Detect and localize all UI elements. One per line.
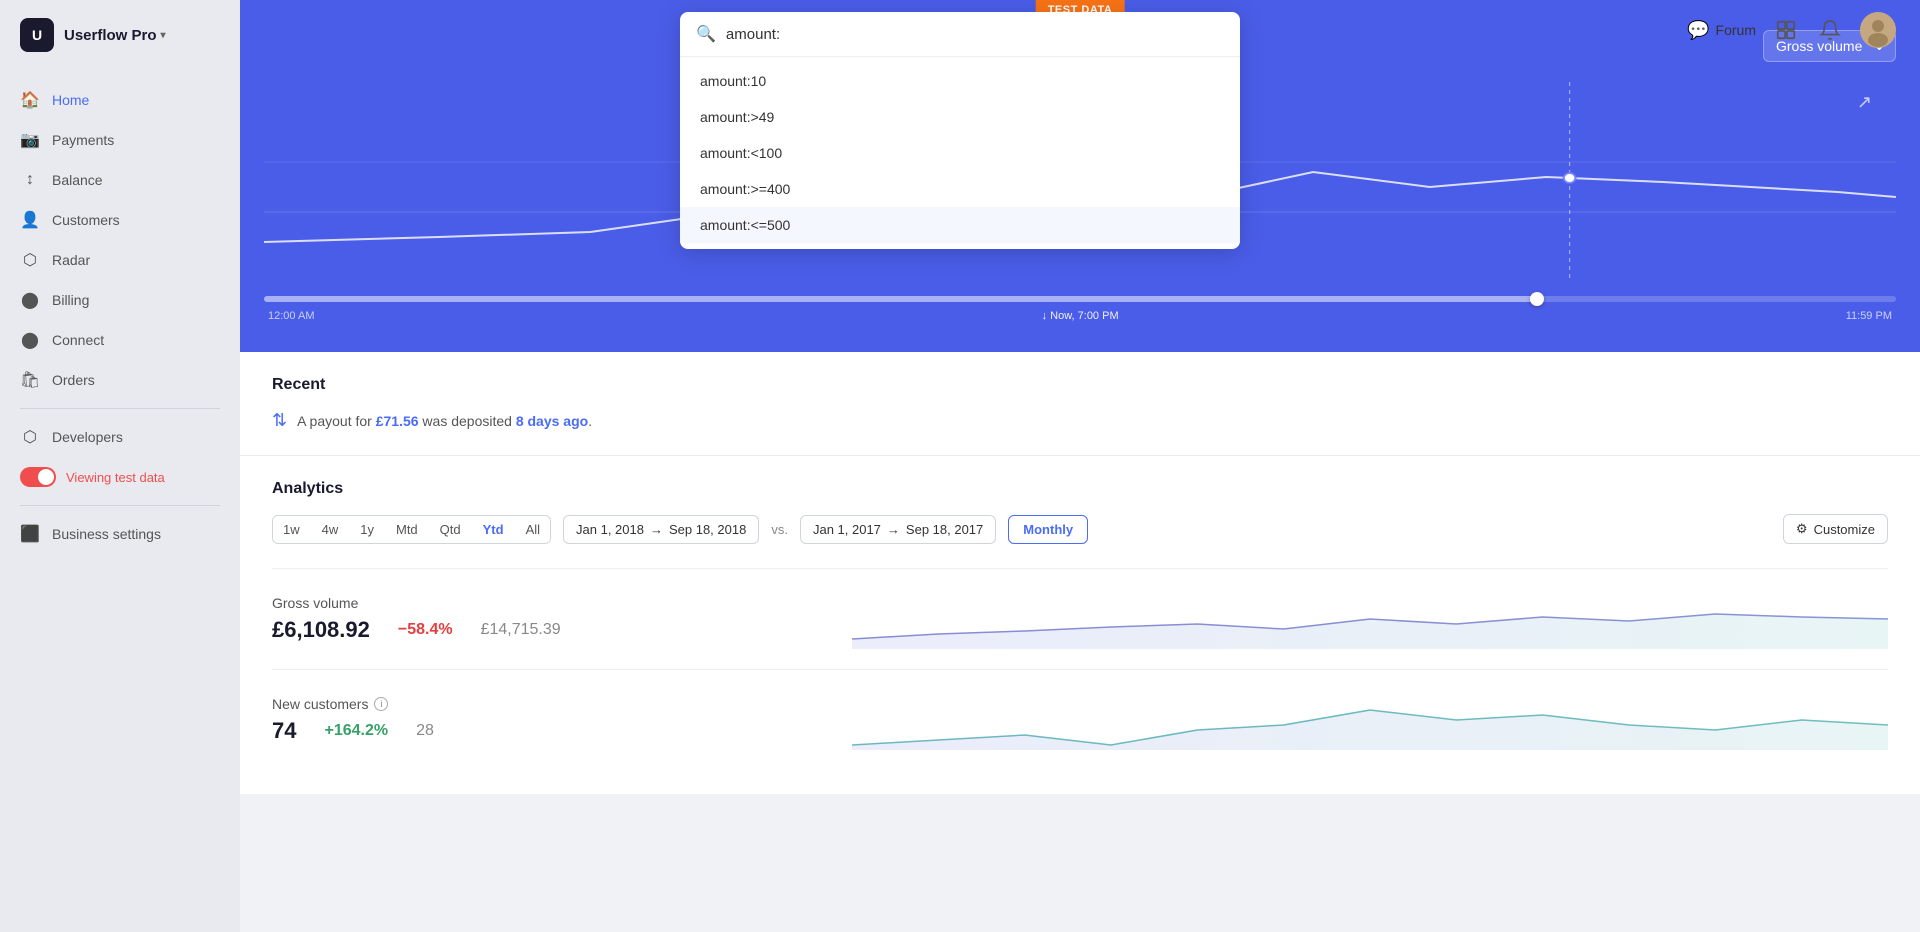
layers-icon[interactable] [1772, 16, 1800, 44]
metric-change-1: +164.2% [324, 722, 388, 740]
preset-all[interactable]: All [516, 516, 550, 543]
metric-secondary-1: 28 [416, 722, 434, 740]
customize-button[interactable]: ⚙ Customize [1783, 514, 1888, 544]
payments-icon: 📷 [20, 130, 40, 150]
sidebar-item-customers[interactable]: 👤Customers [0, 200, 240, 240]
preset-4w[interactable]: 4w [312, 516, 349, 543]
payout-icon: ⇅ [272, 410, 287, 431]
customers-icon: 👤 [20, 210, 40, 230]
search-box: 🔍 amount:10amount:>49amount:<100amount:>… [680, 12, 1240, 249]
test-data-toggle[interactable]: Viewing test data [0, 457, 240, 497]
chat-icon: 💬 [1687, 20, 1709, 41]
connect-icon: ⬤ [20, 330, 40, 350]
analytics-controls: 1w4w1yMtdQtdYtdAll Jan 1, 2018 → Sep 18,… [272, 514, 1888, 544]
payout-notice: ⇅ A payout for £71.56 was deposited 8 da… [272, 410, 1888, 431]
chart-line-icon: ↗ [1857, 92, 1872, 113]
suggestion-item[interactable]: amount:>49 [680, 99, 1240, 135]
chevron-down-icon: ▾ [161, 30, 166, 41]
suggestion-item[interactable]: amount:<=500 [680, 207, 1240, 243]
app-logo: U [20, 18, 54, 52]
metric-primary-0: £6,108.92 [272, 617, 370, 643]
analytics-section: Analytics 1w4w1yMtdQtdYtdAll Jan 1, 2018… [240, 456, 1920, 794]
payout-days: 8 days ago [516, 413, 588, 429]
billing-icon: ⬤ [20, 290, 40, 310]
preset-ytd[interactable]: Ytd [473, 516, 514, 543]
time-current: ↓ Now, 7:00 PM [1042, 310, 1119, 322]
preset-1w[interactable]: 1w [273, 516, 310, 543]
time-start: 12:00 AM [268, 310, 314, 322]
sidebar-item-home[interactable]: 🏠Home [0, 80, 240, 120]
sidebar-item-developers[interactable]: ⬡ Developers [0, 417, 240, 457]
date-range-2[interactable]: Jan 1, 2017 → Sep 18, 2017 [800, 515, 996, 544]
metric-change-0: −58.4% [398, 621, 453, 639]
sidebar-item-connect[interactable]: ⬤Connect [0, 320, 240, 360]
search-input-row: 🔍 [680, 12, 1240, 57]
vs-label: vs. [771, 522, 788, 537]
metric-primary-1: 74 [272, 718, 296, 744]
metric-secondary-0: £14,715.39 [481, 621, 561, 639]
date-range-1[interactable]: Jan 1, 2018 → Sep 18, 2018 [563, 515, 759, 544]
metric-labels-0: Gross volume £6,108.92 −58.4% £14,715.39 [272, 595, 832, 643]
recent-title: Recent [272, 376, 1888, 394]
analytics-title: Analytics [272, 480, 1888, 498]
nav-divider [20, 408, 220, 409]
radar-icon: ⬡ [20, 250, 40, 270]
forum-link[interactable]: 💬 Forum [1687, 20, 1756, 41]
metrics-container: Gross volume £6,108.92 −58.4% £14,715.39 [272, 568, 1888, 770]
time-presets: 1w4w1yMtdQtdYtdAll [272, 515, 551, 544]
metric-name-1: New customersi [272, 696, 832, 712]
balance-icon: ↕ [20, 170, 40, 190]
time-axis: 12:00 AM ↓ Now, 7:00 PM 11:59 PM [264, 310, 1896, 322]
sidebar-item-radar[interactable]: ⬡Radar [0, 240, 240, 280]
sidebar-item-payments[interactable]: 📷Payments [0, 120, 240, 160]
preset-qtd[interactable]: Qtd [430, 516, 471, 543]
developers-icon: ⬡ [20, 427, 40, 447]
metric-labels-1: New customersi 74 +164.2% 28 [272, 696, 832, 744]
test-data-label: Viewing test data [66, 470, 165, 485]
search-suggestions: amount:10amount:>49amount:<100amount:>=4… [680, 57, 1240, 249]
metric-values-1: 74 +164.2% 28 [272, 718, 832, 744]
preset-mtd[interactable]: Mtd [386, 516, 428, 543]
app-name[interactable]: Userflow Pro ▾ [64, 27, 166, 44]
payout-text: A payout for £71.56 was deposited 8 days… [297, 413, 592, 429]
metric-row-1: New customersi 74 +164.2% 28 [272, 669, 1888, 770]
sidebar: U Userflow Pro ▾ 🏠Home📷Payments↕Balance👤… [0, 0, 240, 932]
sidebar-item-balance[interactable]: ↕Balance [0, 160, 240, 200]
sidebar-nav: 🏠Home📷Payments↕Balance👤Customers⬡Radar⬤B… [0, 70, 240, 932]
avatar[interactable] [1860, 12, 1896, 48]
bell-icon[interactable] [1816, 16, 1844, 44]
metric-chart-1 [852, 690, 1888, 750]
sidebar-item-business-settings[interactable]: ⬛ Business settings [0, 514, 240, 554]
monthly-button[interactable]: Monthly [1008, 515, 1088, 544]
search-icon: 🔍 [696, 24, 716, 44]
nav-divider-2 [20, 505, 220, 506]
gear-icon: ⚙ [1796, 521, 1808, 537]
recent-section: Recent ⇅ A payout for £71.56 was deposit… [240, 352, 1920, 456]
sidebar-item-orders[interactable]: 🛍Orders [0, 360, 240, 400]
metric-values-0: £6,108.92 −58.4% £14,715.39 [272, 617, 832, 643]
settings-icon: ⬛ [20, 524, 40, 544]
metric-row-0: Gross volume £6,108.92 −58.4% £14,715.39 [272, 568, 1888, 669]
suggestion-item[interactable]: amount:<100 [680, 135, 1240, 171]
metric-chart-0 [852, 589, 1888, 649]
home-icon: 🏠 [20, 90, 40, 110]
sidebar-header: U Userflow Pro ▾ [0, 0, 240, 70]
info-icon[interactable]: i [374, 697, 388, 711]
time-end: 11:59 PM [1846, 310, 1892, 322]
toggle-switch[interactable] [20, 467, 56, 487]
preset-1y[interactable]: 1y [350, 516, 384, 543]
payout-amount: £71.56 [376, 413, 419, 429]
search-input[interactable] [726, 26, 1224, 43]
sidebar-item-billing[interactable]: ⬤Billing [0, 280, 240, 320]
metric-name-0: Gross volume [272, 595, 832, 611]
orders-icon: 🛍 [20, 370, 40, 390]
suggestion-item[interactable]: amount:10 [680, 63, 1240, 99]
suggestion-item[interactable]: amount:>=400 [680, 171, 1240, 207]
